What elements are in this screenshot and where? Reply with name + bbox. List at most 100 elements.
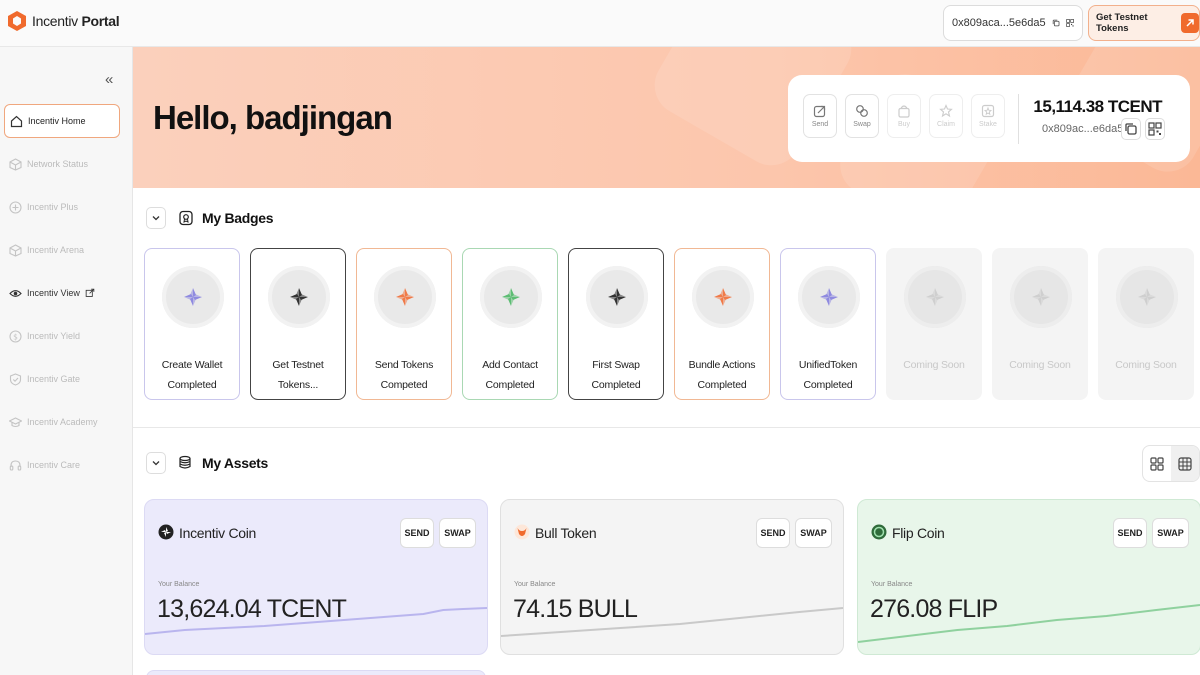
send-asset-button[interactable]: SEND [400, 518, 434, 548]
plus-circle-icon [9, 200, 22, 214]
incentiv-logo-icon [8, 11, 26, 31]
badge-card-create-wallet[interactable]: Create Wallet Completed [144, 248, 240, 400]
badge-card-send-tokens[interactable]: Send Tokens Competed [356, 248, 452, 400]
asset-name: Bull Token [535, 525, 597, 541]
brand-logo[interactable]: Incentiv Portal [7, 10, 120, 32]
coins-stack-icon [179, 455, 191, 469]
sidebar-item-label: Incentiv Academy [27, 417, 98, 427]
send-action-button[interactable]: Send [803, 94, 837, 138]
send-asset-button[interactable]: SEND [756, 518, 790, 548]
balance-label: Your Balance [514, 581, 556, 588]
balance-card: Send Swap Buy Claim Stake 15,114.38 TCEN… [788, 75, 1190, 162]
balance-label: Your Balance [871, 581, 913, 588]
cube-icon [9, 157, 22, 171]
badge-title: Coming Soon [903, 359, 965, 371]
asset-card-incentiv-coin[interactable]: Incentiv Coin SEND SWAP Your Balance 13,624.… [144, 499, 488, 655]
swap-action-button[interactable]: Swap [845, 94, 879, 138]
wallet-address-chip[interactable]: 0x809aca...5e6da5 [943, 5, 1083, 41]
table-view-button[interactable] [1171, 446, 1199, 481]
badge-emblem-icon [692, 266, 754, 328]
incentiv-coin-icon [158, 524, 174, 540]
badge-title: Get Testnet [272, 359, 324, 371]
brand-suffix: Portal [81, 13, 120, 29]
grid-icon [1150, 456, 1164, 471]
buy-action-button[interactable]: Buy [887, 94, 921, 138]
claim-icon [939, 104, 953, 118]
badge-card-get-testnet[interactable]: Get Testnet Tokens... [250, 248, 346, 400]
sidebar-item-label: Network Status [27, 159, 89, 169]
stake-icon [981, 104, 995, 118]
badge-card-coming-soon[interactable]: Coming Soon [992, 248, 1088, 400]
buy-action-label: Buy [897, 121, 911, 128]
sidebar-item-label: Incentiv Plus [27, 202, 79, 212]
badge-emblem-icon [374, 266, 436, 328]
badge-card-coming-soon[interactable]: Coming Soon [1098, 248, 1194, 400]
badge-status: Completed [697, 379, 747, 391]
asset-card-flip-coin[interactable]: Flip Coin SEND SWAP Your Balance 276.08 FLIP [857, 499, 1200, 655]
claim-action-button[interactable]: Claim [929, 94, 963, 138]
sidebar-item-incentiv-view[interactable]: Incentiv View [4, 276, 120, 310]
sidebar-item-label: Incentiv Home [28, 116, 86, 126]
chevron-down-icon [152, 216, 160, 221]
sidebar-item-incentiv-home[interactable]: Incentiv Home [4, 104, 120, 138]
sidebar-item-incentiv-arena[interactable]: Incentiv Arena [4, 233, 120, 267]
assets-section-header: My Assets [146, 452, 268, 474]
assets-section-title: My Assets [202, 455, 269, 471]
chevron-down-icon [152, 461, 160, 466]
sidebar-item-incentiv-care[interactable]: Incentiv Care [4, 448, 120, 482]
badge-title: Bundle Actions [688, 359, 756, 371]
swap-asset-button[interactable]: SWAP [795, 518, 832, 548]
divider [1018, 94, 1019, 144]
asset-balance: 74.15 BULL [513, 595, 638, 623]
badges-section-header: My Badges [146, 207, 274, 229]
collapse-assets-button[interactable] [146, 452, 166, 474]
sidebar-item-label: Incentiv Yield [27, 331, 81, 341]
badge-emblem-icon [1116, 266, 1178, 328]
sidebar-item-label: Incentiv View [27, 288, 80, 298]
top-bar: Incentiv Portal 0x809aca...5e6da5 Get Te… [0, 0, 1200, 47]
sidebar-item-label: Incentiv Gate [27, 374, 81, 384]
qr-code-icon[interactable] [1066, 16, 1074, 30]
badge-status: Completed [485, 379, 535, 391]
sidebar-item-label: Incentiv Arena [27, 245, 85, 255]
sidebar-item-incentiv-plus[interactable]: Incentiv Plus [4, 190, 120, 224]
sidebar-item-incentiv-gate[interactable]: Incentiv Gate [4, 362, 120, 396]
send-asset-button[interactable]: SEND [1113, 518, 1147, 548]
qr-code-icon [1148, 122, 1162, 136]
copy-icon[interactable] [1052, 16, 1060, 30]
asset-name: Incentiv Coin [179, 525, 257, 541]
graduation-icon [9, 416, 22, 427]
bag-icon [898, 105, 910, 118]
sidebar-item-incentiv-yield[interactable]: $ Incentiv Yield [4, 319, 120, 353]
asset-balance: 276.08 FLIP [870, 595, 998, 623]
copy-address-button[interactable] [1121, 118, 1141, 140]
badge-card-add-contact[interactable]: Add Contact Completed [462, 248, 558, 400]
stake-action-button[interactable]: Stake [971, 94, 1005, 138]
copy-icon [1125, 123, 1137, 135]
balance-label: Your Balance [158, 581, 200, 588]
stake-action-label: Stake [979, 121, 997, 128]
badge-card-first-swap[interactable]: First Swap Completed [568, 248, 664, 400]
badge-card-bundle-actions[interactable]: Bundle Actions Completed [674, 248, 770, 400]
qr-code-button[interactable] [1145, 118, 1165, 140]
badge-emblem-icon [268, 266, 330, 328]
get-testnet-tokens-button[interactable]: Get Testnet Tokens [1088, 5, 1200, 41]
sidebar-item-network-status[interactable]: Network Status [4, 147, 120, 181]
sidebar-item-incentiv-academy[interactable]: Incentiv Academy [4, 405, 120, 439]
asset-card-bull-token[interactable]: Bull Token SEND SWAP Your Balance 74.15 BULL [500, 499, 844, 655]
grid-view-button[interactable] [1143, 446, 1171, 481]
collapse-badges-button[interactable] [146, 207, 166, 229]
send-icon [813, 105, 826, 118]
sidebar: « Incentiv Home Network Status Incentiv … [0, 47, 133, 675]
badge-card-unifiedtoken[interactable]: UnifiedToken Completed [780, 248, 876, 400]
badge-emblem-icon [586, 266, 648, 328]
asset-balance: 13,624.04 TCENT [157, 595, 347, 623]
view-toggle [1142, 445, 1200, 482]
home-icon [10, 115, 23, 127]
swap-asset-button[interactable]: SWAP [439, 518, 476, 548]
collapse-sidebar-icon[interactable]: « [105, 71, 113, 88]
badge-card-coming-soon[interactable]: Coming Soon [886, 248, 982, 400]
badge-status: Completed [803, 379, 853, 391]
arrow-up-right-icon [1180, 13, 1199, 33]
swap-asset-button[interactable]: SWAP [1152, 518, 1189, 548]
